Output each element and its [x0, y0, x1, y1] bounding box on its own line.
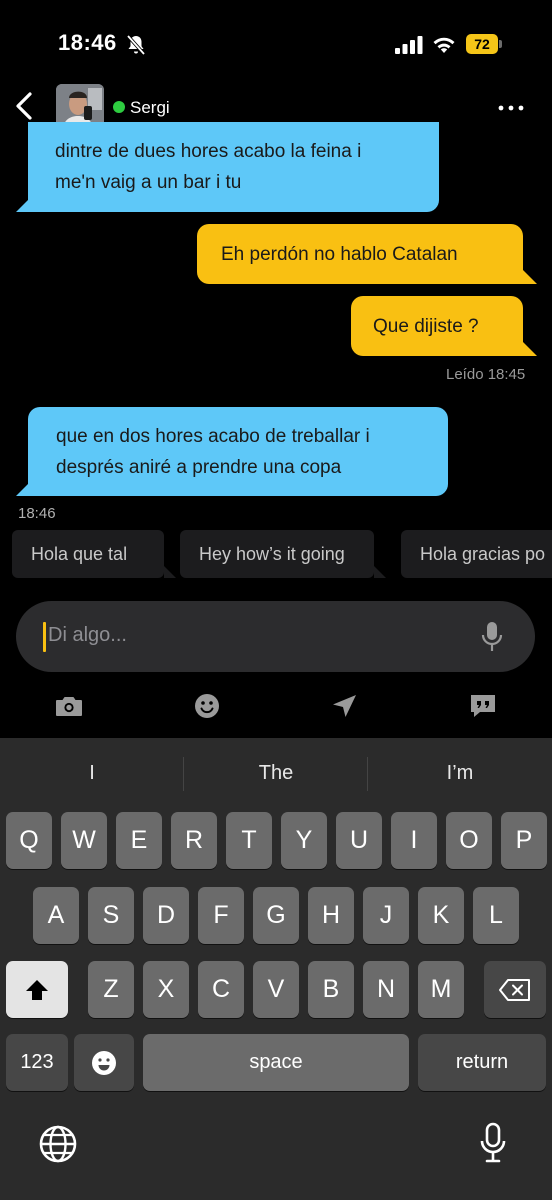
- signal-icon: [395, 36, 423, 54]
- delete-key[interactable]: [484, 961, 546, 1018]
- more-dots-icon[interactable]: [496, 96, 526, 120]
- online-status-dot: [113, 101, 125, 113]
- suggestion[interactable]: I’m: [398, 762, 522, 785]
- back-chevron-icon[interactable]: [10, 88, 38, 124]
- status-time: 18:46: [58, 30, 117, 55]
- mic-icon[interactable]: [480, 620, 504, 654]
- key-g[interactable]: G: [253, 887, 299, 944]
- key-e[interactable]: E: [116, 812, 162, 869]
- numbers-key[interactable]: 123: [6, 1034, 68, 1091]
- emoji-icon[interactable]: [192, 692, 222, 720]
- message-line: me'n vaig a un bar i tu: [55, 172, 242, 193]
- key-l[interactable]: L: [473, 887, 519, 944]
- message-line: després aniré a prendre una copa: [56, 457, 342, 478]
- space-key[interactable]: space: [143, 1034, 409, 1091]
- key-t[interactable]: T: [226, 812, 272, 869]
- battery-level: 72: [466, 34, 498, 54]
- message-incoming[interactable]: que en dos hores acabo de treballar i de…: [16, 407, 448, 496]
- message-outgoing[interactable]: Eh perdón no hablo Catalan: [197, 224, 537, 284]
- message-timestamp: 18:46: [18, 505, 56, 522]
- camera-icon[interactable]: [54, 692, 84, 720]
- key-p[interactable]: P: [501, 812, 547, 869]
- key-f[interactable]: F: [198, 887, 244, 944]
- quick-reply-chip[interactable]: Hola que tal: [12, 530, 176, 578]
- shift-icon: [26, 979, 48, 1000]
- message-line: que en dos hores acabo de treballar i: [56, 426, 370, 447]
- bell-off-icon: [126, 34, 146, 56]
- suggestion[interactable]: The: [214, 762, 338, 785]
- message-line: dintre de dues hores acabo la feina i: [55, 141, 362, 162]
- battery-indicator: 72: [466, 34, 502, 56]
- message-incoming[interactable]: dintre de dues hores acabo la feina i me…: [16, 122, 439, 212]
- key-x[interactable]: X: [143, 961, 189, 1018]
- quick-reply-chip[interactable]: Hey how’s it going: [180, 530, 386, 578]
- emoji-key-icon: [92, 1050, 116, 1075]
- key-y[interactable]: Y: [281, 812, 327, 869]
- read-receipt: Leído 18:45: [446, 366, 526, 383]
- key-n[interactable]: N: [363, 961, 409, 1018]
- message-outgoing[interactable]: Que dijiste ?: [351, 296, 537, 356]
- wifi-icon: [433, 37, 455, 53]
- key-o[interactable]: O: [446, 812, 492, 869]
- delete-icon: [499, 978, 530, 1001]
- quick-reply-label: Hola gracias po: [420, 543, 546, 564]
- key-w[interactable]: W: [61, 812, 107, 869]
- key-d[interactable]: D: [143, 887, 189, 944]
- quick-reply-label: Hola que tal: [31, 543, 128, 564]
- key-u[interactable]: U: [336, 812, 382, 869]
- message-line: Que dijiste ?: [373, 316, 479, 337]
- key-i[interactable]: I: [391, 812, 437, 869]
- quick-reply-chip[interactable]: Hola gracias po: [401, 530, 552, 578]
- key-z[interactable]: Z: [88, 961, 134, 1018]
- key-c[interactable]: C: [198, 961, 244, 1018]
- key-m[interactable]: M: [418, 961, 464, 1018]
- quote-bubble-icon[interactable]: [468, 692, 498, 720]
- quick-reply-label: Hey how’s it going: [199, 543, 345, 564]
- key-k[interactable]: K: [418, 887, 464, 944]
- location-arrow-icon[interactable]: [330, 692, 360, 720]
- contact-name[interactable]: Sergi: [130, 98, 170, 118]
- key-j[interactable]: J: [363, 887, 409, 944]
- input-placeholder: Di algo...: [48, 624, 127, 646]
- dictation-mic-icon[interactable]: [478, 1122, 508, 1164]
- key-r[interactable]: R: [171, 812, 217, 869]
- key-a[interactable]: A: [33, 887, 79, 944]
- key-v[interactable]: V: [253, 961, 299, 1018]
- key-q[interactable]: Q: [6, 812, 52, 869]
- globe-icon[interactable]: [38, 1124, 78, 1164]
- emoji-keyboard-key[interactable]: [74, 1034, 134, 1091]
- shift-key[interactable]: [6, 961, 68, 1018]
- key-h[interactable]: H: [308, 887, 354, 944]
- message-line: Eh perdón no hablo Catalan: [221, 244, 458, 265]
- key-s[interactable]: S: [88, 887, 134, 944]
- return-key[interactable]: return: [418, 1034, 546, 1091]
- suggestion[interactable]: I: [30, 762, 154, 785]
- key-b[interactable]: B: [308, 961, 354, 1018]
- text-cursor: [43, 622, 46, 652]
